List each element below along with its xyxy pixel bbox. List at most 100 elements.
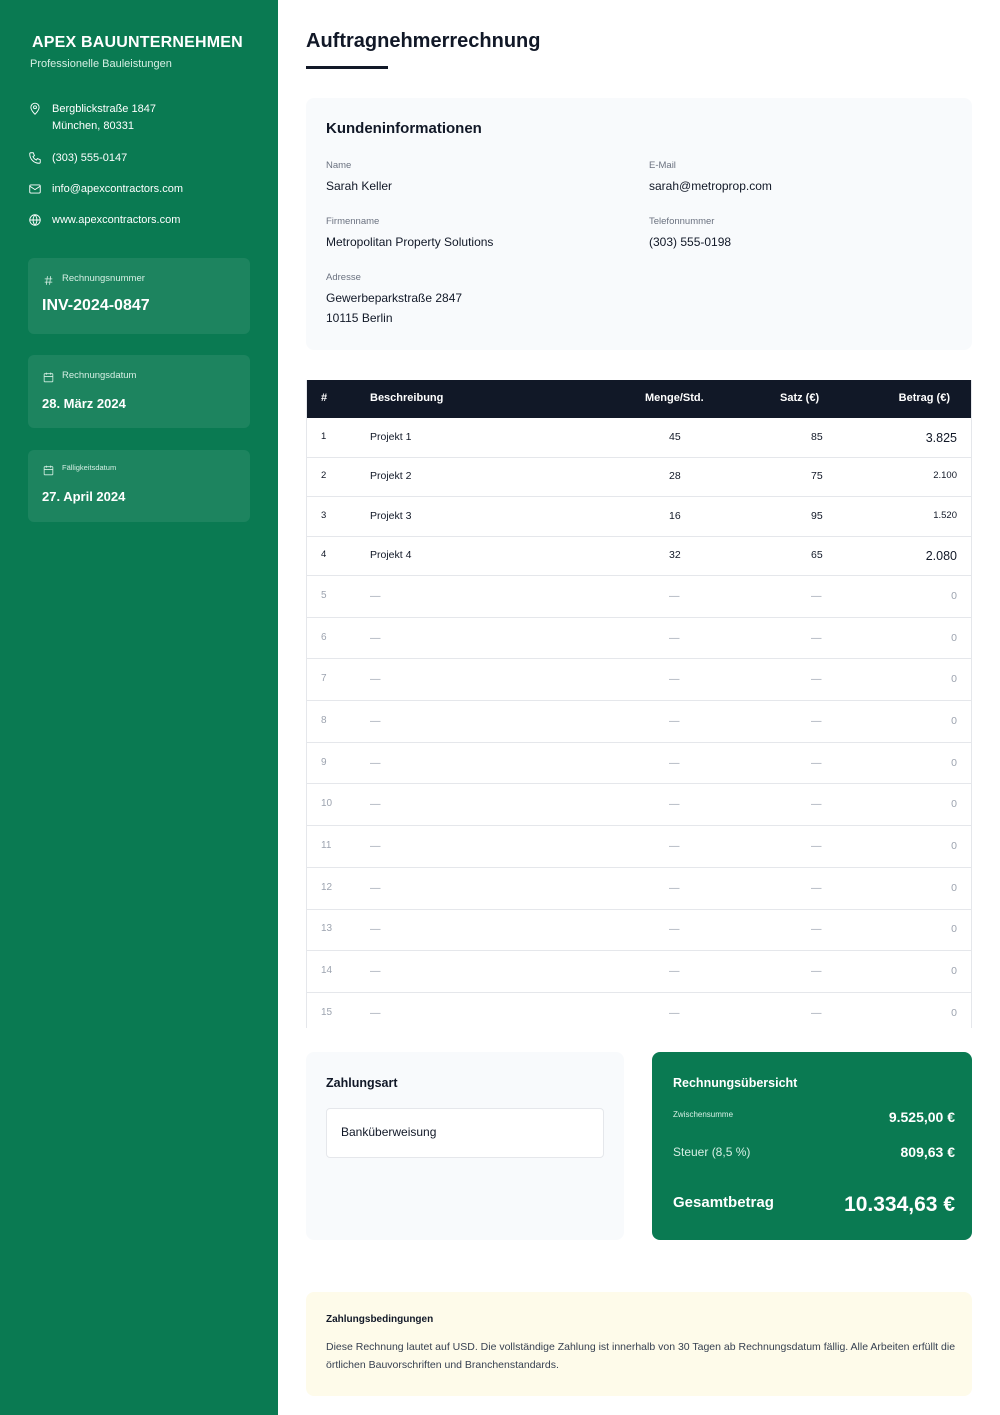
- row-rate: —: [811, 756, 822, 769]
- row-description: —: [370, 965, 381, 978]
- row-description: —: [370, 756, 381, 769]
- email-text[interactable]: info@apexcontractors.com: [52, 181, 183, 198]
- row-quantity: —: [669, 1006, 680, 1019]
- row-description: Projekt 1: [370, 430, 412, 443]
- row-amount: 2.080: [925, 549, 957, 564]
- client-name: Sarah Keller: [326, 179, 393, 193]
- row-amount: 0: [951, 631, 957, 644]
- row-rate: —: [811, 673, 822, 686]
- company-tagline: Professionelle Bauleistungen: [30, 58, 172, 70]
- client-address-line-1: Gewerbeparkstraße 2847: [326, 291, 463, 305]
- table-row: 2 Projekt 2 28 75 2.100: [307, 458, 971, 497]
- header-quantity: Menge/Std.: [645, 392, 704, 404]
- row-number: 8: [321, 714, 327, 726]
- subtotal-value: 9.525,00 €: [888, 1109, 955, 1125]
- table-row: 7 — — — 0: [307, 659, 971, 702]
- invoice-number-card: Rechnungsnummer INV-2024-0847: [28, 258, 250, 334]
- due-date-label: Fälligkeitsdatum: [62, 463, 117, 472]
- row-rate: —: [811, 965, 822, 978]
- row-quantity: —: [669, 589, 680, 602]
- hash-icon: [42, 274, 56, 288]
- payment-method-panel: Zahlungsart Banküberweisung: [306, 1052, 624, 1240]
- row-number: 11: [321, 840, 332, 852]
- row-rate: —: [811, 1006, 822, 1019]
- phone-icon: [28, 151, 44, 167]
- row-quantity: —: [669, 714, 680, 727]
- row-description: —: [370, 1006, 381, 1019]
- invoice-date: 28. März 2024: [42, 396, 126, 411]
- map-pin-icon: [28, 102, 44, 118]
- row-number: 10: [321, 798, 333, 810]
- row-amount: 0: [951, 1006, 957, 1019]
- row-rate: —: [811, 631, 822, 644]
- globe-icon: [28, 213, 44, 229]
- row-rate: —: [811, 589, 822, 602]
- header-description: Beschreibung: [370, 392, 444, 404]
- invoice-summary-panel: Rechnungsübersicht Zwischensumme 9.525,0…: [652, 1052, 972, 1240]
- row-rate: 95: [811, 509, 823, 522]
- client-info-heading: Kundeninformationen: [326, 120, 482, 137]
- payment-method-field[interactable]: Banküberweisung: [326, 1108, 604, 1158]
- row-rate: —: [811, 714, 822, 727]
- payment-terms-panel: Zahlungsbedingungen Diese Rechnung laute…: [306, 1292, 972, 1396]
- row-amount: 2.100: [933, 470, 957, 482]
- address-line-1: Bergblickstraße 1847: [52, 103, 156, 115]
- table-row: 13 — — — 0: [307, 910, 971, 952]
- website-text[interactable]: www.apexcontractors.com: [52, 212, 180, 229]
- phone-text: (303) 555-0147: [52, 152, 128, 164]
- row-amount: 0: [951, 756, 957, 769]
- row-rate: —: [811, 923, 822, 936]
- client-address-line-2: 10115 Berlin: [326, 311, 393, 325]
- row-amount: 0: [951, 965, 957, 978]
- row-description: —: [370, 923, 381, 936]
- summary-heading: Rechnungsübersicht: [673, 1076, 798, 1090]
- row-quantity: —: [669, 840, 680, 853]
- row-description: —: [370, 673, 381, 686]
- row-description: —: [370, 881, 381, 894]
- row-amount: 1.520: [933, 509, 957, 521]
- row-number: 4: [321, 549, 327, 561]
- row-quantity: 45: [669, 430, 681, 443]
- table-row: 10 — — — 0: [307, 785, 971, 827]
- invoice-date-label: Rechnungsdatum: [62, 370, 137, 381]
- row-number: 3: [321, 509, 327, 521]
- row-description: Projekt 4: [370, 549, 412, 562]
- row-quantity: —: [669, 798, 680, 811]
- table-row: 3 Projekt 3 16 95 1.520: [307, 497, 971, 537]
- row-description: Projekt 3: [370, 509, 412, 522]
- row-description: —: [370, 631, 381, 644]
- line-items-table: # Beschreibung Menge/Std. Satz (€) Betra…: [306, 380, 972, 1028]
- table-row: 4 Projekt 4 32 65 2.080: [307, 537, 971, 576]
- table-row: 9 — — — 0: [307, 743, 971, 785]
- row-quantity: 16: [669, 509, 681, 522]
- header-number: #: [321, 392, 328, 404]
- row-quantity: —: [669, 673, 680, 686]
- header-rate: Satz (€): [780, 392, 820, 404]
- table-row: 1 Projekt 1 45 85 3.825: [307, 418, 971, 458]
- page-title: Auftragnehmerrechnung: [306, 30, 541, 52]
- row-description: —: [370, 840, 381, 853]
- row-rate: 65: [811, 549, 823, 562]
- row-number: 6: [321, 631, 327, 643]
- row-amount: 0: [951, 798, 957, 811]
- table-row: 11 — — — 0: [307, 826, 971, 868]
- row-amount: 0: [951, 881, 957, 894]
- calendar-icon: [42, 371, 56, 385]
- total-label: Gesamtbetrag: [673, 1194, 774, 1211]
- terms-heading: Zahlungsbedingungen: [326, 1314, 434, 1325]
- due-date-card: Fälligkeitsdatum 27. April 2024: [28, 450, 250, 522]
- row-number: 5: [321, 589, 327, 601]
- company-website[interactable]: www.apexcontractors.com: [28, 212, 180, 229]
- company-email[interactable]: info@apexcontractors.com: [28, 181, 183, 198]
- terms-text: Diese Rechnung lautet auf USD. Die volls…: [326, 1341, 956, 1371]
- row-rate: 85: [811, 430, 823, 443]
- client-company: Metropolitan Property Solutions: [326, 235, 494, 249]
- table-header: # Beschreibung Menge/Std. Satz (€) Betra…: [307, 380, 971, 418]
- table-row: 12 — — — 0: [307, 868, 971, 910]
- row-rate: —: [811, 798, 822, 811]
- client-email-label: E-Mail: [649, 160, 676, 171]
- invoice-date-card: Rechnungsdatum 28. März 2024: [28, 355, 250, 428]
- row-number: 15: [321, 1006, 333, 1018]
- row-number: 7: [321, 673, 327, 685]
- address-line-2: München, 80331: [52, 120, 134, 132]
